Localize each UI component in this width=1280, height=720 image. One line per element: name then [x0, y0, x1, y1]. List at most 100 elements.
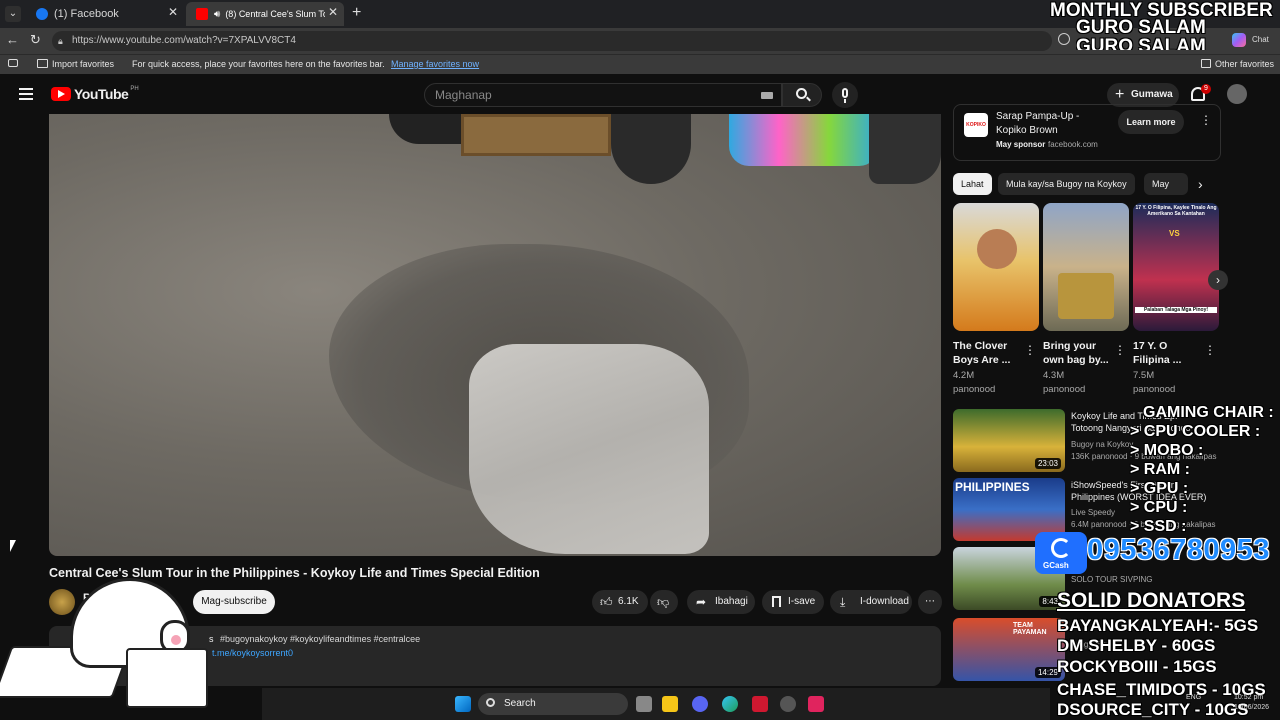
- subscribe-button[interactable]: Mag-subscribe: [193, 590, 275, 614]
- task-view-icon[interactable]: [636, 696, 652, 712]
- ad-sponsor-label: May sponsor: [996, 140, 1046, 149]
- like-count: 6.1K: [618, 596, 639, 607]
- discord-icon[interactable]: [692, 696, 708, 712]
- close-icon[interactable]: ✕: [168, 5, 178, 19]
- download-button[interactable]: ⤓ I-download: [830, 590, 912, 614]
- app-icon[interactable]: [780, 696, 796, 712]
- tab-youtube-title: (8) Central Cee's Slum Tour in: [225, 9, 325, 19]
- overlay-donator-entry: BAYANGKALYEAH:- 5GS: [1057, 616, 1259, 635]
- app-icon[interactable]: [752, 696, 768, 712]
- video-thumbnail[interactable]: 23:03: [953, 409, 1065, 472]
- app-icon[interactable]: [808, 696, 824, 712]
- taskbar-search[interactable]: Search: [478, 693, 628, 715]
- gcash-label: GCash: [1043, 561, 1069, 570]
- copilot-icon[interactable]: [1232, 33, 1246, 47]
- taskbar-language[interactable]: ENG: [1186, 694, 1201, 701]
- more-actions-button[interactable]: ⋯: [918, 590, 942, 614]
- file-explorer-icon[interactable]: [662, 696, 678, 712]
- close-icon[interactable]: ✕: [328, 5, 338, 19]
- tab-youtube[interactable]: 🔊︎ (8) Central Cee's Slum Tour in ✕: [186, 2, 344, 26]
- short-caption-top: 17 Y. O Filipina, Kaylee Tinalo Ang Amer…: [1135, 205, 1217, 217]
- taskbar-date[interactable]: 16/06/2026: [1234, 704, 1269, 711]
- extensions-icon[interactable]: [1058, 33, 1070, 45]
- search-icon: [486, 698, 495, 707]
- search-button[interactable]: [782, 83, 822, 107]
- overlay-donator-entry: DM SHELBY - 60GS: [1057, 636, 1216, 655]
- windows-start-icon[interactable]: [455, 696, 471, 712]
- save-button[interactable]: I-save: [762, 590, 824, 614]
- manage-favorites-link[interactable]: Manage favorites now: [391, 59, 479, 69]
- create-label: Gumawa: [1131, 89, 1173, 100]
- tab-facebook[interactable]: (1) Facebook ✕: [26, 2, 184, 26]
- short-views: 4.2M panonood: [953, 370, 996, 395]
- video-frame-puddle: [469, 344, 709, 554]
- favorites-hint: For quick access, place your favorites h…: [132, 59, 385, 69]
- url-field[interactable]: 🔒︎ https://www.youtube.com/watch?v=7XPAL…: [52, 31, 1052, 51]
- hamburger-menu-icon[interactable]: [19, 88, 33, 100]
- avatar[interactable]: [1227, 84, 1247, 104]
- short-title[interactable]: The Clover Boys Are ...: [953, 339, 1010, 367]
- video-channel[interactable]: Live Speedy: [1071, 508, 1115, 517]
- overlay-phone-number: 09536780953: [1087, 534, 1270, 566]
- tab-actions-menu[interactable]: ⌄: [5, 6, 21, 22]
- gcash-logo: GCash: [1035, 532, 1087, 574]
- new-tab-button[interactable]: +: [352, 4, 361, 22]
- thumbnail-text: PHILIPPINES: [955, 480, 1030, 494]
- more-vert-icon[interactable]: ⋮: [1114, 343, 1126, 357]
- overlay-subscriber-name: GURO SALAM: [1076, 36, 1206, 50]
- refresh-icon[interactable]: ↻: [30, 32, 41, 48]
- speaker-icon[interactable]: 🔊︎: [214, 9, 220, 20]
- taskbar-clock[interactable]: 10:52 pm: [1234, 694, 1263, 701]
- shorts-next-button[interactable]: ›: [1208, 270, 1228, 290]
- menu-icon[interactable]: [8, 59, 18, 67]
- import-favorites-link[interactable]: Import favorites: [52, 59, 114, 69]
- video-thumbnail[interactable]: TEAM PAYAMAN 14:29: [953, 618, 1065, 681]
- short-views: 7.5M panonood: [1133, 370, 1176, 395]
- overlay-spec-line: > CPU COOLER :: [1130, 423, 1261, 440]
- folder-icon: [1201, 59, 1211, 68]
- youtube-play-icon: [51, 87, 71, 101]
- short-caption-bottom: Palaban Talaga Mga Pinoy!: [1135, 307, 1217, 313]
- more-vert-icon[interactable]: ⋮: [1024, 343, 1036, 357]
- video-title-link[interactable]: SOLO TOUR SIVPING: [1071, 574, 1153, 586]
- youtube-logo-text: YouTube: [74, 86, 129, 102]
- short-thumbnail[interactable]: [953, 203, 1039, 331]
- ad-learn-more-button[interactable]: Learn more: [1118, 110, 1184, 134]
- edge-icon[interactable]: [722, 696, 738, 712]
- voice-search-button[interactable]: [832, 82, 858, 108]
- video-player[interactable]: [49, 114, 941, 556]
- short-thumbnail[interactable]: [1043, 203, 1129, 331]
- chip-related[interactable]: May ka: [1144, 173, 1188, 195]
- overlay-spec-line: GAMING CHAIR :: [1143, 404, 1274, 421]
- chat-label[interactable]: Chat: [1252, 35, 1269, 44]
- short-title[interactable]: 17 Y. O Filipina ...: [1133, 339, 1181, 367]
- short-views: 4.3M panonood: [1043, 370, 1086, 395]
- dislike-button[interactable]: 👎︎: [650, 590, 678, 614]
- ad-card[interactable]: KOPIKO Sarap Pampa-Up - Kopiko Brown May…: [953, 104, 1221, 161]
- share-button[interactable]: ➦ Ibahagi: [687, 590, 755, 614]
- share-icon: ➦: [696, 595, 707, 609]
- channel-avatar[interactable]: [49, 589, 75, 615]
- bongo-cat-overlay: [0, 578, 262, 720]
- back-icon[interactable]: ←: [6, 32, 19, 47]
- short-thumbnail[interactable]: 17 Y. O Filipina, Kaylee Tinalo Ang Amer…: [1133, 203, 1219, 331]
- overlay-donator-entry: ROCKYBOIII - 15GS: [1057, 657, 1217, 676]
- chip-from-channel[interactable]: Mula kay/sa Bugoy na Koykoy: [998, 173, 1135, 195]
- chevron-right-icon[interactable]: ›: [1198, 176, 1203, 192]
- more-vert-icon[interactable]: ⋮: [1200, 113, 1212, 127]
- ad-domain: facebook.com: [1048, 140, 1098, 149]
- video-channel[interactable]: Bugoy na Koykoy: [1071, 440, 1133, 449]
- gcash-g-icon: [1051, 538, 1071, 558]
- overlay-spec-line: > GPU :: [1130, 480, 1189, 497]
- like-button[interactable]: 👍︎ 6.1K: [592, 590, 648, 614]
- short-title[interactable]: Bring your own bag by...: [1043, 339, 1109, 367]
- other-favorites-link[interactable]: Other favorites: [1215, 59, 1274, 69]
- mouse-cursor-icon: [10, 540, 16, 552]
- url-text: https://www.youtube.com/watch?v=7XPALVV8…: [72, 35, 296, 46]
- search-input[interactable]: Maghanap: [424, 83, 782, 107]
- keyboard-icon[interactable]: [761, 92, 773, 99]
- chip-all[interactable]: Lahat: [953, 173, 992, 195]
- download-icon: ⤓: [840, 595, 846, 609]
- youtube-logo[interactable]: YouTube PH: [51, 86, 139, 102]
- more-vert-icon[interactable]: ⋮: [1204, 343, 1216, 357]
